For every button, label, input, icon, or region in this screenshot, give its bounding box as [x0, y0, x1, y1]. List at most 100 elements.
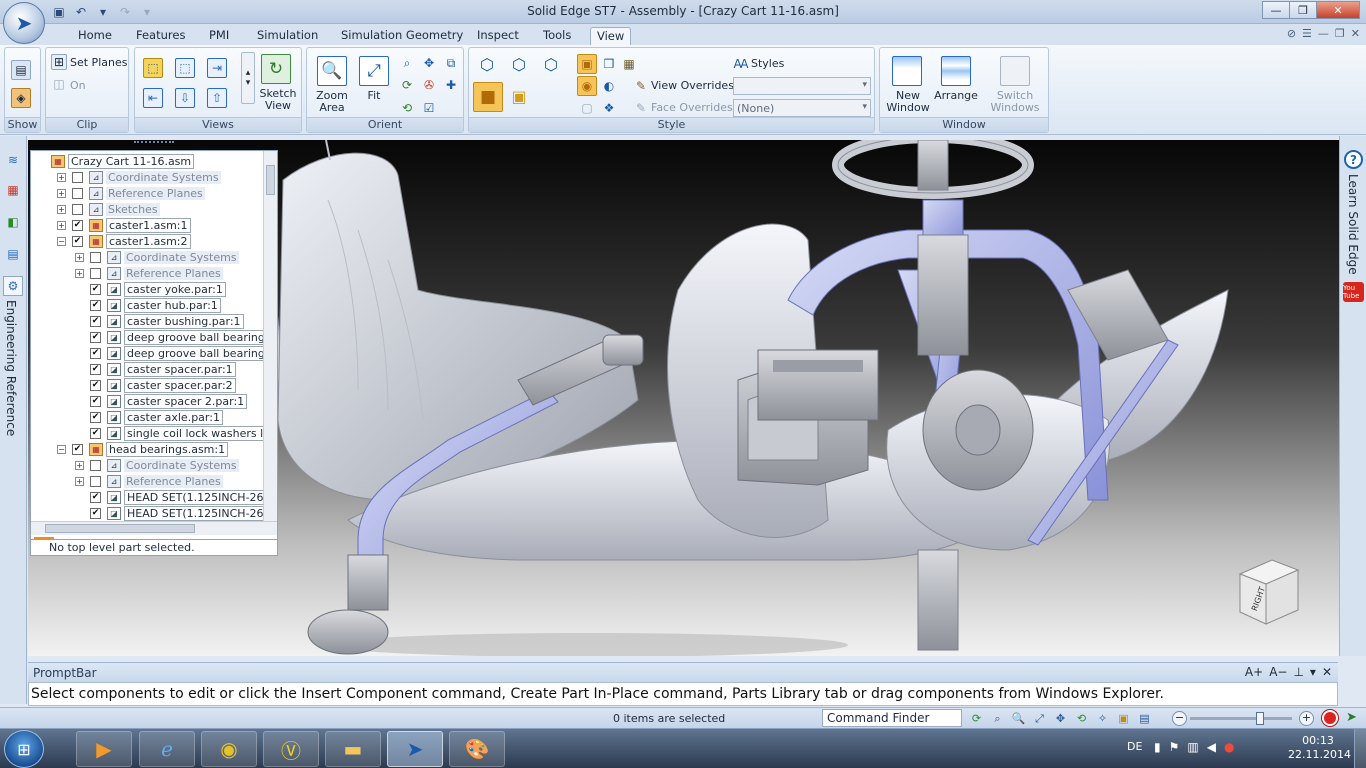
tree-row[interactable]: + ✔ ▦ caster1.asm:1: [57, 217, 191, 233]
style-shaded-edges-icon[interactable]: ▣: [509, 86, 529, 106]
set-planes-icon[interactable]: ⊞: [51, 54, 67, 70]
tab-tools[interactable]: Tools: [537, 27, 577, 45]
tree-expander-icon[interactable]: +: [75, 268, 84, 278]
look-at-face-icon[interactable]: ✚: [441, 75, 461, 95]
ribbon-close-icon[interactable]: ✕: [1351, 27, 1360, 40]
ribbon-minimize-icon[interactable]: —: [1318, 27, 1329, 40]
tree-row[interactable]: − ✔ ▦ caster1.asm:2: [57, 233, 191, 249]
font-decrease-icon[interactable]: A−: [1269, 665, 1287, 679]
zoom-area-small-icon[interactable]: ⌕: [989, 710, 1006, 727]
view-right-icon[interactable]: ⇥: [207, 58, 227, 78]
clip-on-button[interactable]: On: [70, 80, 86, 92]
tree-expander-icon[interactable]: −: [57, 236, 66, 246]
promptbar-menu-icon[interactable]: ▾: [1310, 665, 1316, 679]
restore-button[interactable]: ❐: [1289, 1, 1317, 19]
show-desktop-button[interactable]: [1354, 729, 1366, 768]
shadows-icon[interactable]: ❒: [599, 54, 619, 74]
tree-visibility-checkbox[interactable]: ✔: [72, 219, 83, 231]
tree-row[interactable]: ✔ ◪ caster spacer.par:2: [75, 377, 236, 393]
view-iso-icon[interactable]: ⇧: [207, 88, 227, 108]
tree-visibility-checkbox[interactable]: ✔: [90, 299, 101, 311]
youtube-icon[interactable]: You Tube: [1343, 282, 1364, 302]
tree-row[interactable]: + ⊿ Coordinate Systems: [75, 249, 239, 265]
style-shaded-icon[interactable]: ■: [473, 82, 503, 112]
display-style-icon[interactable]: ▤: [1136, 710, 1153, 727]
fit-small-icon[interactable]: ⤢: [1031, 710, 1048, 727]
tab-inspect[interactable]: Inspect: [471, 27, 525, 45]
zoom-out-button[interactable]: −: [1172, 711, 1187, 726]
tree-row[interactable]: + ⊿ Coordinate Systems: [57, 169, 221, 185]
help-search-icon[interactable]: ⊘: [1287, 27, 1296, 40]
tree-row[interactable]: ✔ ◪ caster spacer.par:1: [75, 361, 236, 377]
tray-app-icon[interactable]: ●: [1224, 740, 1234, 754]
backgrounds-icon[interactable]: ❖: [599, 98, 619, 118]
previous-view-icon[interactable]: ⧉: [441, 53, 461, 73]
silhouettes-icon[interactable]: ▢: [577, 98, 597, 118]
tab-view[interactable]: View: [590, 27, 632, 45]
start-button[interactable]: ⊞: [4, 730, 44, 768]
tree-vertical-scroll-thumb[interactable]: [266, 165, 275, 195]
pan-icon[interactable]: ✥: [419, 53, 439, 73]
show-pane-icon[interactable]: ▤: [11, 60, 31, 80]
tree-visibility-checkbox[interactable]: ✔: [72, 235, 83, 247]
face-overrides-button[interactable]: Face Overrides: [651, 102, 733, 114]
taskbar-v-app-icon[interactable]: Ⓥ: [263, 731, 319, 767]
tree-visibility-checkbox[interactable]: ✔: [90, 363, 101, 375]
assembly-tab-icon[interactable]: ◧: [3, 212, 23, 232]
view-overrides-icon[interactable]: ✎: [631, 76, 651, 96]
tree-visibility-checkbox[interactable]: [72, 187, 83, 199]
zoom-area-icon[interactable]: 🔍: [317, 56, 347, 86]
tree-row[interactable]: ✔ ◪ caster hub.par:1: [75, 297, 221, 313]
view-front-icon[interactable]: ⬚: [175, 58, 195, 78]
tree-visibility-checkbox[interactable]: ✔: [90, 331, 101, 343]
tree-visibility-checkbox[interactable]: ✔: [90, 507, 101, 519]
tree-visibility-checkbox[interactable]: ✔: [90, 315, 101, 327]
sketch-view-button[interactable]: Sketch View: [257, 88, 299, 112]
layers-tab-icon[interactable]: ≋: [3, 150, 23, 170]
new-window-button[interactable]: New Window: [884, 90, 932, 114]
sensors-tab-icon[interactable]: ▤: [3, 244, 23, 264]
tree-visibility-checkbox[interactable]: ✔: [90, 411, 101, 423]
switch-windows-button[interactable]: Switch Windows: [984, 90, 1046, 114]
arrange-icon[interactable]: [941, 56, 971, 86]
styles-icon[interactable]: Ꜳ: [731, 54, 751, 74]
promptbar-close-icon[interactable]: ✕: [1322, 665, 1332, 679]
set-planes-button[interactable]: Set Planes: [70, 57, 127, 69]
tree-row[interactable]: + ⊿ Coordinate Systems: [75, 457, 239, 473]
tab-pmi[interactable]: PMI: [203, 27, 235, 45]
help-icon[interactable]: ?: [1344, 150, 1363, 169]
tree-horizontal-scroll-thumb[interactable]: [45, 524, 195, 533]
fit-icon[interactable]: ⤢: [359, 56, 389, 86]
engineering-reference-tab[interactable]: Engineering Reference: [4, 300, 18, 436]
tree-row[interactable]: ✔ ◪ caster spacer 2.par:1: [75, 393, 248, 409]
view-bottom-icon[interactable]: ⇩: [175, 88, 195, 108]
tree-visibility-checkbox[interactable]: ✔: [90, 283, 101, 295]
tree-row[interactable]: ✔ ◪ caster bushing.par:1: [75, 313, 244, 329]
tree-row[interactable]: ✔ ◪HEAD SET(1.125INCH-26T)-2.p: [75, 489, 263, 505]
tray-device-icon[interactable]: ▮: [1154, 740, 1161, 754]
tree-visibility-checkbox[interactable]: [72, 171, 83, 183]
tree-row[interactable]: ✔ ◪single coil lock washers light: [75, 425, 263, 441]
tree-visibility-checkbox[interactable]: ✔: [90, 395, 101, 407]
rotate-small-icon[interactable]: ⟲: [1073, 710, 1090, 727]
command-finder-input[interactable]: Command Finder: [822, 709, 962, 727]
reflections-icon[interactable]: ◉: [577, 76, 597, 96]
zoom-slider-knob[interactable]: [1256, 712, 1264, 725]
tree-expander-icon[interactable]: −: [57, 444, 66, 454]
tab-features[interactable]: Features: [130, 27, 191, 45]
font-increase-icon[interactable]: A+: [1245, 665, 1263, 679]
tab-simulation-geometry[interactable]: Simulation Geometry: [335, 27, 469, 45]
taskbar-explorer-icon[interactable]: ▬: [325, 731, 381, 767]
pan-small-icon[interactable]: ✥: [1052, 710, 1069, 727]
arrange-button[interactable]: Arrange: [934, 90, 978, 102]
sketch-view-icon[interactable]: ↻: [261, 54, 291, 84]
engineering-reference-icon[interactable]: ⚙: [3, 276, 23, 296]
face-overrides-icon[interactable]: ✎: [631, 98, 651, 118]
taskbar-paint-icon[interactable]: 🎨: [449, 731, 505, 767]
named-views-icon[interactable]: ☑: [419, 98, 439, 118]
fit-button[interactable]: Fit: [359, 90, 389, 102]
tree-row[interactable]: + ⊿ Reference Planes: [57, 185, 205, 201]
tree-row[interactable]: − ✔ ▦ head bearings.asm:1: [57, 441, 229, 457]
view-top-icon[interactable]: ⬚: [143, 58, 163, 78]
tree-visibility-checkbox[interactable]: [90, 267, 101, 279]
